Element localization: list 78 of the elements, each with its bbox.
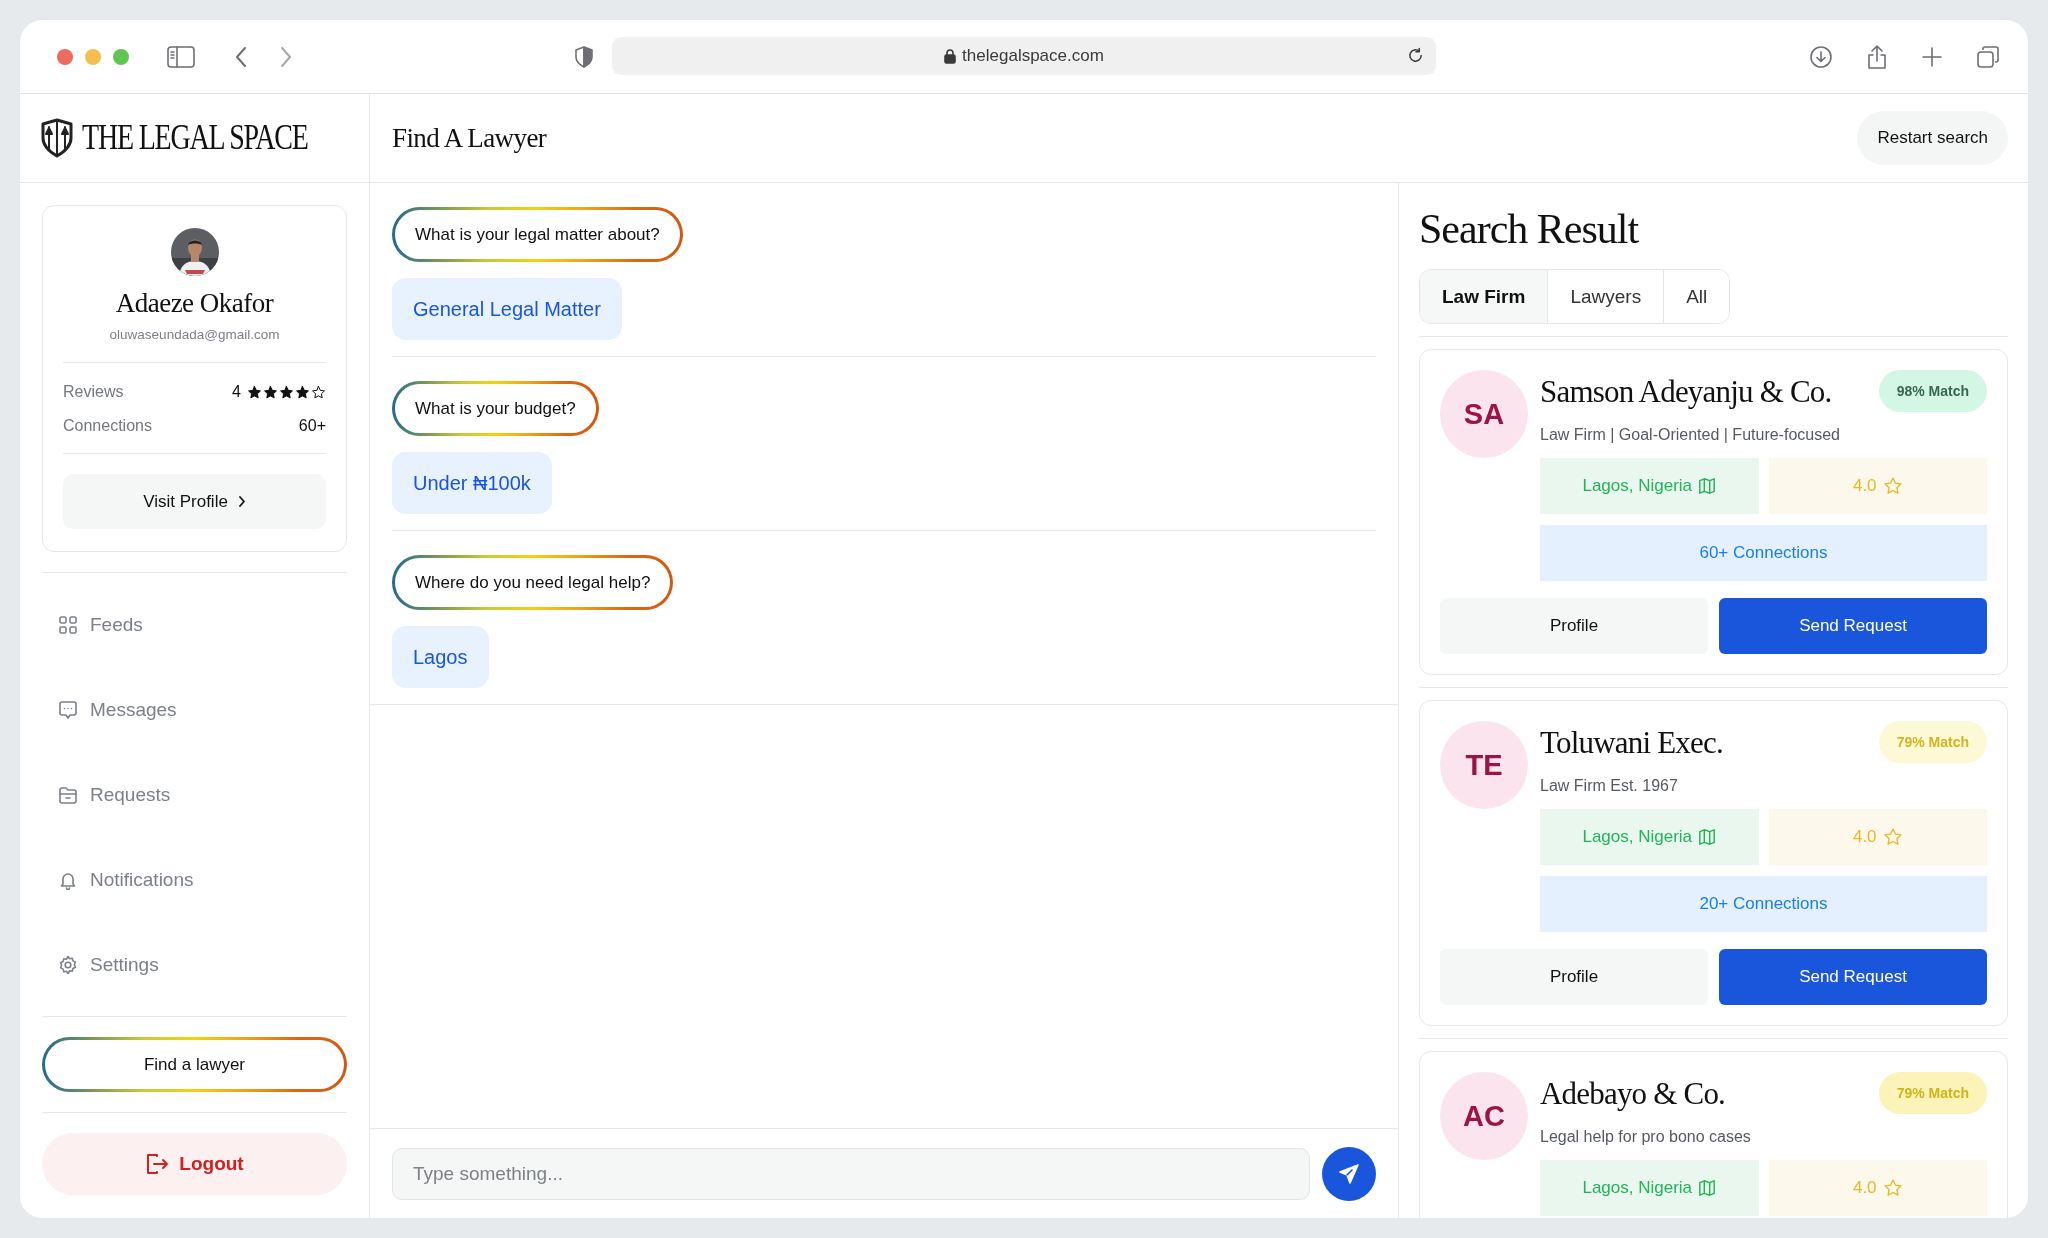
nav-item[interactable]: Messages <box>20 667 369 752</box>
firm-name: Adebayo & Co. <box>1540 1076 1726 1112</box>
initials-avatar: TE <box>1440 721 1528 809</box>
stat-label: Reviews <box>63 383 124 401</box>
location-tag: Lagos, Nigeria <box>1540 458 1759 514</box>
visit-profile-button[interactable]: Visit Profile <box>63 474 326 529</box>
sidebar-toggle-icon[interactable] <box>167 45 195 68</box>
location-tag: Lagos, Nigeria <box>1540 809 1759 865</box>
initials-avatar: SA <box>1440 370 1528 458</box>
profile-button[interactable]: Profile <box>1440 598 1708 654</box>
star-icon <box>1882 827 1903 847</box>
send-request-button[interactable]: Send Request <box>1719 598 1987 654</box>
settings-icon <box>58 954 78 975</box>
back-icon[interactable] <box>234 45 248 68</box>
star-icon <box>1882 476 1903 496</box>
chat-bubble-icon <box>58 699 78 720</box>
stat-label: Connections <box>63 417 152 435</box>
firm-description: Law Firm | Goal-Oriented | Future-focused <box>1540 426 1841 444</box>
answer-bubble: Under ₦100k <box>392 452 552 514</box>
send-button[interactable] <box>1322 1146 1376 1201</box>
rating-tag: 4.0 <box>1768 458 1987 514</box>
forward-icon[interactable] <box>279 45 293 68</box>
share-icon[interactable] <box>1866 43 1888 70</box>
new-tab-icon[interactable] <box>1921 45 1943 68</box>
firm-description: Legal help for pro bono cases <box>1540 1128 1752 1146</box>
answer-bubble: General Legal Matter <box>392 278 622 340</box>
stat-value: 4 <box>232 383 241 401</box>
map-icon <box>1698 828 1717 846</box>
profile-button[interactable]: Profile <box>1440 949 1708 1005</box>
filter-tab[interactable]: Law Firm <box>1420 270 1548 323</box>
star-icon <box>1882 1178 1903 1198</box>
profile-email: oluwaseundada@gmail.com <box>109 327 280 342</box>
lock-icon <box>944 48 957 64</box>
answer-bubble: Lagos <box>392 626 489 688</box>
section-title: Search Result <box>1419 205 1640 253</box>
chevron-right-icon <box>237 495 246 508</box>
filter-tab[interactable]: All <box>1663 270 1730 323</box>
nav-item[interactable]: Feeds <box>20 582 369 667</box>
map-icon <box>1698 477 1717 495</box>
nav-item[interactable]: Settings <box>20 922 369 1007</box>
star-icon <box>311 384 326 400</box>
firm-name: Samson Adeyanju & Co. <box>1540 374 1832 410</box>
initials-avatar: AC <box>1440 1072 1528 1160</box>
logo-text: THE LEGAL SPACE <box>82 118 308 158</box>
star-icon <box>247 384 262 400</box>
profile-name: Adaeze Okafor <box>115 288 274 319</box>
tabs-overview-icon[interactable] <box>1976 44 2000 69</box>
download-icon[interactable] <box>1809 44 1833 69</box>
star-icon <box>263 384 278 400</box>
shield-icon[interactable] <box>573 44 595 69</box>
map-icon <box>1698 1179 1717 1197</box>
message-input[interactable]: Type something... <box>392 1147 1310 1200</box>
firm-description: Law Firm Est. 1967 <box>1540 777 1679 795</box>
rating-tag: 4.0 <box>1768 1160 1987 1216</box>
nav-item[interactable]: Notifications <box>20 837 369 922</box>
address-bar[interactable]: thelegalspace.com <box>612 37 1436 75</box>
match-badge: 79% Match <box>1878 1072 1987 1114</box>
connections-tag: 20+ Connections <box>1540 876 1987 932</box>
match-badge: 79% Match <box>1878 721 1987 763</box>
star-icon <box>295 384 310 400</box>
restart-search-button[interactable]: Restart search <box>1857 111 2008 165</box>
logout-icon <box>145 1153 170 1175</box>
send-request-button[interactable]: Send Request <box>1719 949 1987 1005</box>
page-title: Find A Lawyer <box>392 122 547 154</box>
firm-name: Toluwani Exec. <box>1540 725 1723 761</box>
grid-icon <box>58 614 78 635</box>
close-button[interactable] <box>57 48 73 65</box>
match-badge: 98% Match <box>1878 370 1987 412</box>
send-icon <box>1337 1161 1361 1186</box>
connections-tag: 60+ Connections <box>1540 525 1987 581</box>
nav-item[interactable]: Requests <box>20 752 369 837</box>
stat-value: 60+ <box>298 417 326 435</box>
rating-tag: 4.0 <box>1768 809 1987 865</box>
reload-icon[interactable] <box>1407 47 1424 64</box>
star-icon <box>279 384 294 400</box>
logout-button[interactable]: Logout <box>42 1133 347 1195</box>
folder-icon <box>58 784 78 805</box>
location-tag: Lagos, Nigeria <box>1540 1160 1759 1216</box>
